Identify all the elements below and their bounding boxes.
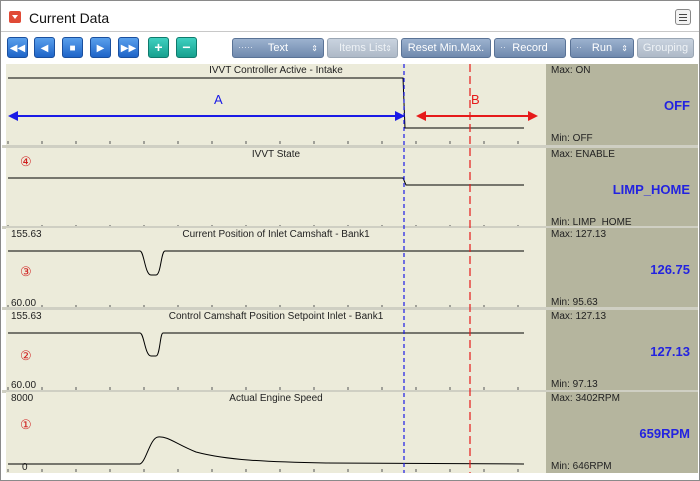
reset-min-max-button[interactable]: Reset Min.Max. <box>401 38 491 58</box>
info-panel: Max: 3402RPM 659RPM Min: 646RPM <box>546 392 698 473</box>
info-min: Min: OFF <box>551 133 593 144</box>
current-value: 659RPM <box>639 426 690 441</box>
graph-row-ivvt-state: IVVT State ④ Max: ENABLE LIMP_HOME Min: … <box>2 148 698 229</box>
toolbar: ◀◀ ◀ ■ ▶ ▶▶ + − ····· Text ⇕ Items List ⇕ R… <box>1 32 699 64</box>
info-max: Max: 3402RPM <box>551 393 620 404</box>
info-max: Max: ON <box>551 65 591 76</box>
title-bar: Current Data <box>1 1 699 32</box>
zoom-in-button[interactable]: + <box>148 37 169 58</box>
menu-icon[interactable] <box>675 9 691 25</box>
signal-plot <box>7 436 525 472</box>
collapse-icon[interactable] <box>9 11 21 23</box>
graph-area[interactable]: 8000 Actual Engine Speed ① 0 <box>6 392 546 473</box>
signal-plot <box>7 250 524 308</box>
text-dropdown-label: Text <box>267 42 289 54</box>
graph-area[interactable]: IVVT Controller Active - Intake A B <box>6 64 546 145</box>
items-list-label: Items List <box>338 42 387 54</box>
dropdown-arrow-icon: ⇕ <box>385 44 392 53</box>
graph-row-inlet-camshaft-position: 155.63 Current Position of Inlet Camshaf… <box>2 228 698 309</box>
rewind-button[interactable]: ◀◀ <box>7 37 28 58</box>
info-min: Min: 97.13 <box>551 379 598 390</box>
run-label: Run <box>591 42 613 54</box>
graph-area[interactable]: IVVT State ④ <box>6 148 546 229</box>
current-value: LIMP_HOME <box>612 182 690 197</box>
info-max: Max: 127.13 <box>551 311 607 322</box>
current-value: OFF <box>664 98 690 113</box>
signal-plot <box>7 332 524 390</box>
stop-button[interactable]: ■ <box>62 37 83 58</box>
graph-row-engine-speed: 8000 Actual Engine Speed ① 0 Max: 3402RP… <box>2 392 698 473</box>
dropdown-arrow-icon: ⇕ <box>311 44 318 53</box>
annotation-b: B <box>471 92 480 107</box>
reset-label: Reset Min.Max. <box>407 42 485 54</box>
text-dropdown[interactable]: ····· Text ⇕ <box>232 38 324 58</box>
info-panel: Max: ON OFF Min: OFF <box>546 64 698 145</box>
info-max: Max: 127.13 <box>551 229 607 240</box>
info-max: Max: ENABLE <box>551 149 615 160</box>
graph-area[interactable]: 155.63 Control Camshaft Position Setpoin… <box>6 310 546 391</box>
window-title: Current Data <box>29 10 110 26</box>
current-value: 126.75 <box>650 262 690 277</box>
info-panel: Max: ENABLE LIMP_HOME Min: LIMP_HOME <box>546 148 698 229</box>
signal-plot <box>7 177 524 228</box>
info-panel: Max: 127.13 127.13 Min: 97.13 <box>546 310 698 391</box>
info-min: Min: 646RPM <box>551 461 612 472</box>
record-label: Record <box>512 42 548 54</box>
current-value: 127.13 <box>650 344 690 359</box>
grouping-label: Grouping <box>642 42 689 54</box>
current-data-window: Current Data ◀◀ ◀ ■ ▶ ▶▶ + − ····· Text ⇕ … <box>0 0 700 481</box>
run-dropdown[interactable]: ·· Run ⇕ <box>570 38 634 58</box>
fast-forward-button[interactable]: ▶▶ <box>118 37 139 58</box>
info-panel: Max: 127.13 126.75 Min: 95.63 <box>546 228 698 309</box>
graph-area[interactable]: 155.63 Current Position of Inlet Camshaf… <box>6 228 546 309</box>
zoom-out-button[interactable]: − <box>176 37 197 58</box>
graph-row-ivvt-controller: IVVT Controller Active - Intake A B Max:… <box>2 64 698 145</box>
dropdown-arrow-icon: ⇕ <box>621 44 628 53</box>
grouping-button[interactable]: Grouping <box>637 38 694 58</box>
step-back-button[interactable]: ◀ <box>34 37 55 58</box>
items-list-dropdown[interactable]: Items List ⇕ <box>327 38 398 58</box>
play-button[interactable]: ▶ <box>90 37 111 58</box>
annotation-a: A <box>214 92 223 107</box>
record-button[interactable]: ·· Record <box>494 38 566 58</box>
signal-plot <box>7 77 538 144</box>
graph-row-camshaft-setpoint: 155.63 Control Camshaft Position Setpoin… <box>2 310 698 391</box>
